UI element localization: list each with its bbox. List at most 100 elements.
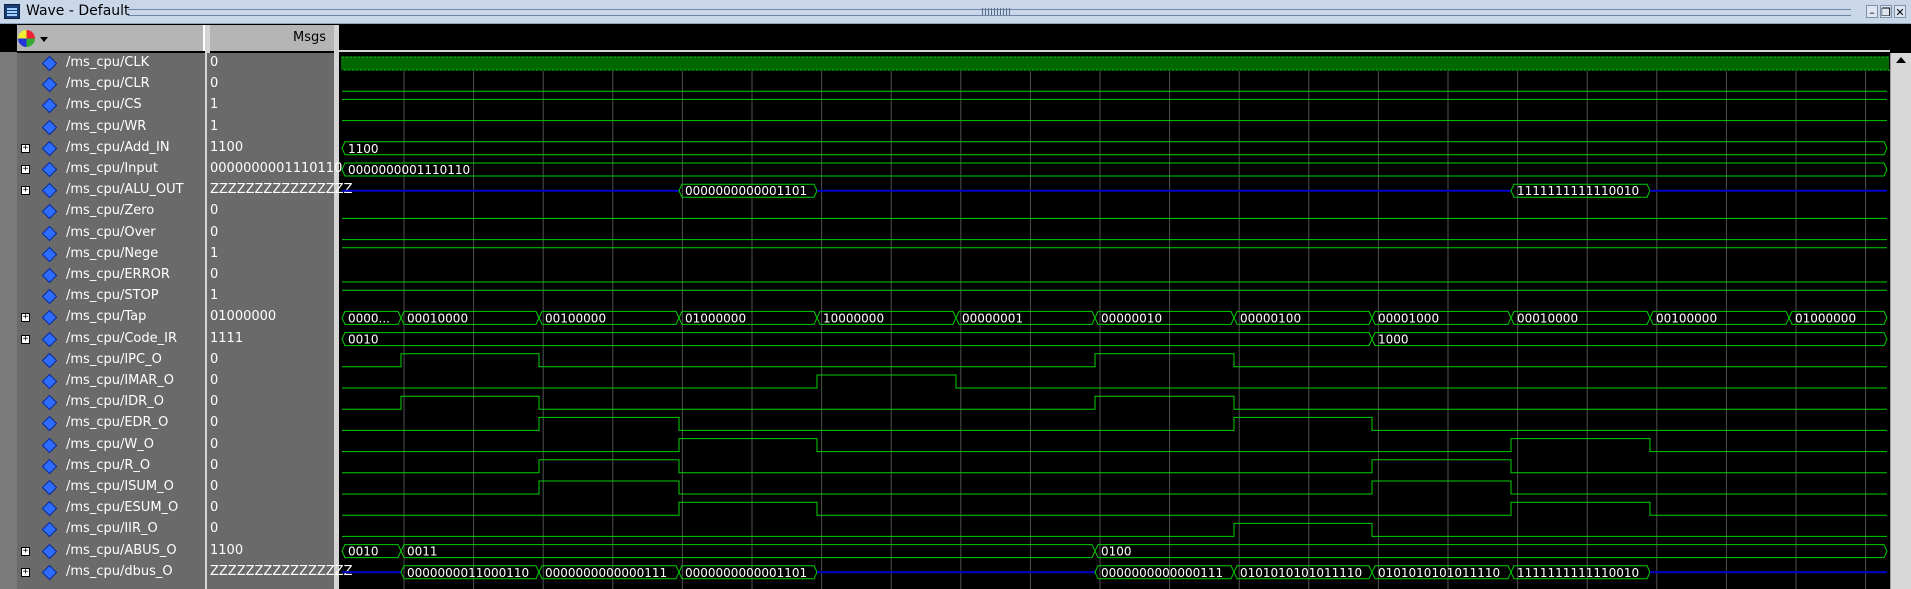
signal-value: 1100 xyxy=(210,542,244,558)
msgs-header[interactable]: Msgs xyxy=(207,25,334,51)
signal-value-row[interactable]: 01000000 xyxy=(207,307,334,328)
signal-row[interactable]: /ms_cpu/Zero xyxy=(17,201,205,222)
bus-value-label: 0100 xyxy=(1101,545,1132,559)
signal-value-row[interactable]: 1 xyxy=(207,286,334,307)
signal-row[interactable]: /ms_cpu/R_O xyxy=(17,456,205,477)
minimize-button[interactable]: – xyxy=(1866,5,1878,19)
signal-row[interactable]: /ms_cpu/IPC_O xyxy=(17,350,205,371)
signal-value-row[interactable]: 0 xyxy=(207,53,334,74)
signal-value: 1111 xyxy=(210,330,244,346)
signal-row[interactable]: /ms_cpu/WR xyxy=(17,117,205,138)
signal-value: 1 xyxy=(210,245,219,261)
expand-icon[interactable]: + xyxy=(21,334,30,344)
signal-row[interactable]: /ms_cpu/ESUM_O xyxy=(17,498,205,519)
signal-value-row[interactable]: 1 xyxy=(207,244,334,265)
signal-value-row[interactable]: 1 xyxy=(207,95,334,116)
signal-value: ZZZZZZZZZZZZZZZZ xyxy=(210,182,353,198)
signal-value-row[interactable]: 0 xyxy=(207,435,334,456)
expand-icon[interactable]: + xyxy=(21,567,30,577)
signal-row[interactable]: + /ms_cpu/dbus_O xyxy=(17,562,205,583)
signal-row[interactable]: /ms_cpu/ERROR xyxy=(17,265,205,286)
signal-value-row[interactable]: ZZZZZZZZZZZZZZZZ xyxy=(207,562,353,583)
signal-value-row[interactable]: 1100 xyxy=(207,138,334,159)
signal-diamond-icon xyxy=(41,267,58,284)
signal-value-row[interactable]: 1 xyxy=(207,117,334,138)
signal-row[interactable]: + /ms_cpu/Tap xyxy=(17,307,205,328)
signal-row[interactable]: + /ms_cpu/Add_IN xyxy=(17,138,205,159)
bus-value-label: 0010 xyxy=(348,545,379,559)
expand-icon[interactable]: + xyxy=(21,165,30,174)
signal-value-row[interactable]: 0 xyxy=(207,456,334,477)
titlebar-grip-handle[interactable] xyxy=(982,8,1010,15)
restore-button[interactable]: ❐ xyxy=(1880,5,1892,19)
wave-header xyxy=(339,25,1890,52)
signal-row[interactable]: + /ms_cpu/Code_IR xyxy=(17,329,205,350)
signal-value-row[interactable]: 0 xyxy=(207,392,334,413)
bus-value-label: 0000000001110110 xyxy=(348,163,470,177)
signal-row[interactable]: + /ms_cpu/ALU_OUT xyxy=(17,180,205,201)
bus-segment xyxy=(400,544,1096,559)
scroll-up-icon[interactable] xyxy=(1896,57,1906,63)
signal-value-row[interactable]: 0 xyxy=(207,350,334,371)
signal-value: 0 xyxy=(210,457,219,473)
signal-value-row[interactable]: 0 xyxy=(207,519,334,540)
control-signal-waveform xyxy=(342,438,1887,453)
signal-value-row[interactable]: 0 xyxy=(207,498,334,519)
signal-value-row[interactable]: 0 xyxy=(207,265,334,286)
bus-value-label: 0010 xyxy=(348,333,379,347)
signal-row[interactable]: /ms_cpu/CLK xyxy=(17,53,205,74)
signal-row[interactable]: + /ms_cpu/Input xyxy=(17,159,205,180)
signal-diamond-icon xyxy=(41,416,58,432)
signal-diamond-icon xyxy=(41,373,58,390)
signal-name: /ms_cpu/IMAR_O xyxy=(66,373,175,388)
expand-icon[interactable]: + xyxy=(21,143,30,153)
signal-name: /ms_cpu/Input xyxy=(66,161,158,176)
signal-row[interactable]: /ms_cpu/CLR xyxy=(17,74,205,95)
bus-value-label: 1111111111110010 xyxy=(1517,184,1639,198)
signal-value-row[interactable]: 0 xyxy=(207,201,334,222)
signal-name: /ms_cpu/Tap xyxy=(66,309,147,325)
signal-diamond-icon xyxy=(41,394,58,411)
signal-value-row[interactable]: ZZZZZZZZZZZZZZZZ xyxy=(207,180,353,201)
signal-row[interactable]: + /ms_cpu/ABUS_O xyxy=(17,541,205,562)
bus-segment xyxy=(341,332,1373,347)
signal-value: 0 xyxy=(210,415,219,431)
bus-value-label: 00100000 xyxy=(1656,311,1717,325)
signal-row[interactable]: /ms_cpu/Nege xyxy=(17,244,205,265)
signal-row[interactable]: /ms_cpu/EDR_O xyxy=(17,413,205,434)
close-button[interactable]: ✕ xyxy=(1894,5,1906,19)
bus-segment xyxy=(341,141,1888,156)
signal-value-row[interactable]: 1100 xyxy=(207,541,334,562)
signal-row[interactable]: /ms_cpu/IDR_O xyxy=(17,392,205,413)
signal-row[interactable]: /ms_cpu/Over xyxy=(17,223,205,244)
bus-value-label: 00100000 xyxy=(545,311,606,325)
control-signal-waveform xyxy=(342,395,1887,410)
signal-value-row[interactable]: 0 xyxy=(207,371,334,392)
bus-segment xyxy=(341,162,1888,177)
chevron-down-icon[interactable] xyxy=(40,37,48,42)
signal-value-row[interactable]: 0 xyxy=(207,223,334,244)
signal-row[interactable]: /ms_cpu/IMAR_O xyxy=(17,371,205,392)
expand-icon[interactable]: + xyxy=(21,186,30,196)
signal-value-row[interactable]: 0 xyxy=(207,477,334,498)
vertical-scrollbar[interactable] xyxy=(1890,53,1911,589)
signal-row[interactable]: /ms_cpu/ISUM_O xyxy=(17,477,205,498)
signal-row[interactable]: /ms_cpu/W_O xyxy=(17,435,205,456)
expand-icon[interactable]: + xyxy=(21,546,30,556)
signal-value-row[interactable]: 0 xyxy=(207,413,334,434)
waveform-pane[interactable]: 1100 0000000001110110 0000000000001101 1111… xyxy=(339,53,1890,589)
signal-row[interactable]: /ms_cpu/STOP xyxy=(17,286,205,307)
signal-value-row[interactable]: 0 xyxy=(207,74,334,95)
bus-value-label: 0101010101011110 xyxy=(1240,566,1362,580)
bus-value-label: 00000010 xyxy=(1101,311,1162,325)
signal-name: /ms_cpu/WR xyxy=(66,118,147,134)
signal-value-row[interactable]: 0000000001110110 xyxy=(207,159,342,180)
palette-icon[interactable] xyxy=(18,30,35,47)
signal-diamond-icon xyxy=(41,288,58,305)
signal-row[interactable]: /ms_cpu/CS xyxy=(17,95,205,116)
left-gutter xyxy=(0,25,17,589)
signal-value: 0 xyxy=(210,203,219,219)
signal-value-row[interactable]: 1111 xyxy=(207,329,334,350)
expand-icon[interactable]: + xyxy=(21,313,30,323)
signal-row[interactable]: /ms_cpu/IIR_O xyxy=(17,519,205,540)
